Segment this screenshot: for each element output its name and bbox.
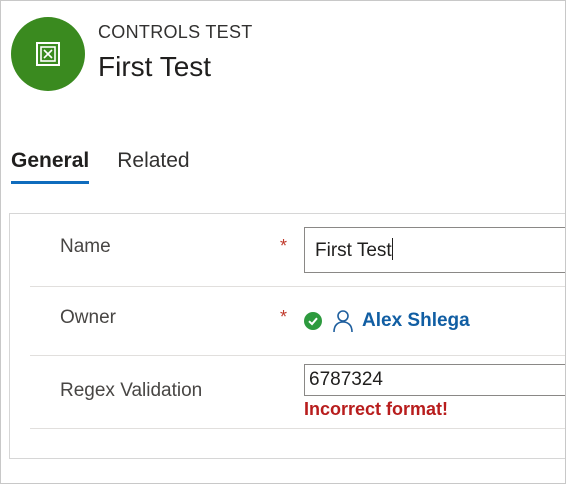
required-marker: * — [280, 307, 288, 327]
field-row-owner: Owner * Alex Shlega — [30, 287, 565, 356]
field-row-name: Name * First Test — [30, 214, 565, 287]
tab-related[interactable]: Related — [117, 149, 189, 184]
validation-error: Incorrect format! — [304, 399, 449, 419]
form-window: CONTROLS TEST First Test General Related… — [0, 0, 566, 484]
field-row-regex: Regex Validation 6787324 Incorrect forma… — [30, 356, 565, 429]
regex-label: Regex Validation — [60, 380, 203, 401]
owner-lookup[interactable]: Alex Shlega — [304, 309, 470, 333]
tab-general[interactable]: General — [11, 149, 90, 184]
name-input-value: First Test — [315, 240, 392, 261]
entity-icon — [36, 42, 60, 66]
check-circle-icon — [304, 312, 322, 330]
regex-input[interactable]: 6787324 — [304, 364, 565, 396]
entity-type-label: CONTROLS TEST — [98, 22, 253, 42]
text-caret — [391, 238, 393, 260]
record-title: First Test — [98, 51, 212, 82]
form-tabs: General Related — [11, 149, 218, 184]
entity-avatar — [11, 17, 85, 91]
form-section: Name * First Test Owner * Alex Shlega Re… — [9, 213, 565, 459]
name-input[interactable]: First Test — [304, 227, 565, 273]
person-icon — [332, 309, 354, 333]
owner-label: Owner — [60, 307, 116, 328]
owner-link[interactable]: Alex Shlega — [362, 310, 470, 332]
required-marker: * — [280, 236, 288, 256]
name-label: Name — [60, 236, 111, 257]
